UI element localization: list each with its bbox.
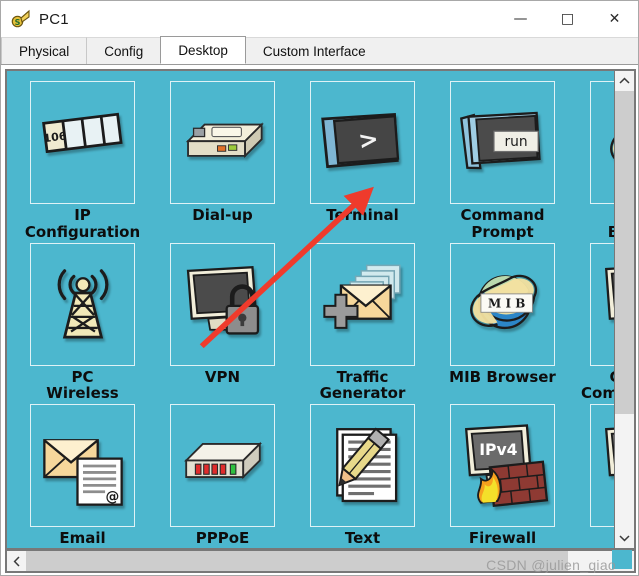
desktop-item-label: Command Prompt bbox=[460, 207, 544, 241]
desktop-item-label: Terminal bbox=[326, 207, 399, 224]
desktop-item-label-line: Firewall bbox=[468, 529, 537, 548]
maximize-button[interactable]: □ bbox=[544, 1, 591, 37]
desktop-panel: 106 IP Configuration Dial-up > Terminal run Com… bbox=[1, 65, 638, 575]
desktop-item-label-line: Command bbox=[460, 206, 545, 224]
desktop-item-label-line: Prompt bbox=[471, 222, 534, 241]
desktop-item-label: TextEditor bbox=[337, 530, 388, 548]
traffic-generator-envelopes-icon[interactable] bbox=[310, 242, 415, 366]
desktop-item-firewall[interactable]: IPv4 Firewall bbox=[443, 404, 562, 548]
command-prompt-icon[interactable]: run bbox=[450, 81, 555, 204]
desktop-item-label-line: MIB Browser bbox=[449, 367, 556, 386]
desktop-item-cisco-ip-communicator[interactable]: Cisco IPCommunicator bbox=[581, 242, 614, 403]
scroll-up-button[interactable] bbox=[615, 71, 634, 91]
desktop-item-label: Traffic Generator bbox=[319, 367, 406, 403]
desktop-item-label-line: Generator bbox=[319, 384, 406, 403]
tab-strip-filler bbox=[382, 37, 638, 64]
vertical-scrollbar[interactable] bbox=[614, 69, 636, 550]
desktop-item-label: VPN bbox=[204, 367, 241, 386]
svg-text:S: S bbox=[15, 18, 21, 27]
tab-physical[interactable]: Physical bbox=[1, 37, 88, 64]
desktop-item-label-line: Dialer bbox=[196, 547, 250, 548]
desktop-item-label-line: Editor bbox=[337, 547, 388, 548]
tab-config[interactable]: Config bbox=[86, 37, 162, 64]
window-title: PC1 bbox=[39, 10, 69, 28]
scrollbar-corner bbox=[612, 550, 632, 569]
desktop-item-label-line: Email bbox=[59, 529, 106, 548]
desktop-item-ipv6-firewall[interactable]: IPv6IPv6Firewall bbox=[583, 404, 614, 548]
close-button[interactable]: ✕ bbox=[591, 1, 638, 37]
scroll-left-button[interactable] bbox=[7, 551, 26, 571]
desktop-item-command-prompt[interactable]: run Command Prompt bbox=[443, 81, 562, 241]
desktop-item-label-line: Terminal bbox=[326, 206, 399, 224]
firewall-icon[interactable]: IPv4 bbox=[450, 404, 555, 528]
desktop-item-label: Dial-up bbox=[192, 207, 253, 224]
pc-wireless-antenna-icon[interactable] bbox=[30, 242, 135, 366]
mib-browser-icon[interactable]: M I B bbox=[450, 242, 555, 366]
desktop-item-label-line: PC bbox=[71, 367, 94, 386]
desktop-item-dial-up[interactable]: Dial-up bbox=[163, 81, 282, 241]
desktop-item-text-editor[interactable]: TextEditor bbox=[303, 404, 422, 548]
desktop-item-label-line: Text bbox=[344, 529, 381, 548]
desktop-icon-grid: 106 IP Configuration Dial-up > Terminal run Com… bbox=[23, 81, 614, 548]
desktop-item-traffic-generator[interactable]: Traffic Generator bbox=[303, 242, 422, 403]
desktop-item-label: MIB Browser bbox=[449, 367, 556, 386]
desktop-item-vpn[interactable]: VPN bbox=[163, 242, 282, 403]
ip-configuration-icon[interactable]: 106 bbox=[30, 81, 135, 204]
horizontal-scroll-thumb[interactable] bbox=[26, 551, 568, 571]
desktop-item-label-line: VPN bbox=[204, 367, 241, 386]
desktop-item-label-line: Communicator bbox=[581, 384, 614, 403]
desktop-item-label: IP Configuration bbox=[25, 207, 140, 241]
vpn-lock-icon[interactable] bbox=[170, 242, 275, 366]
desktop-item-label-line: Traffic bbox=[336, 367, 389, 386]
desktop-item-email[interactable]: @ Email bbox=[23, 404, 142, 548]
dial-up-modem-icon[interactable] bbox=[170, 81, 275, 204]
window-controls: — □ ✕ bbox=[497, 1, 638, 37]
vertical-scroll-track[interactable] bbox=[615, 91, 634, 528]
title-bar: S PC1 — □ ✕ bbox=[1, 1, 638, 37]
pppoe-dialer-icon[interactable] bbox=[170, 404, 275, 528]
desktop-canvas: 106 IP Configuration Dial-up > Terminal run Com… bbox=[7, 71, 614, 548]
cisco-ip-communicator-headset-icon[interactable] bbox=[590, 242, 614, 366]
desktop-item-label: PC Wireless bbox=[46, 367, 119, 403]
tab-bar: Physical Config Desktop Custom Interface bbox=[1, 36, 638, 65]
vertical-scroll-thumb[interactable] bbox=[615, 91, 634, 415]
desktop-item-ip-configuration[interactable]: 106 IP Configuration bbox=[23, 81, 142, 241]
horizontal-scroll-track[interactable] bbox=[26, 551, 615, 571]
tab-custom-interface[interactable]: Custom Interface bbox=[244, 37, 384, 64]
scroll-down-button[interactable] bbox=[615, 528, 634, 548]
desktop-item-terminal[interactable]: > Terminal bbox=[303, 81, 422, 241]
desktop-item-label: Firewall bbox=[469, 530, 536, 547]
text-editor-pencil-icon[interactable] bbox=[310, 404, 415, 528]
desktop-item-label: Cisco IPCommunicator bbox=[581, 368, 614, 403]
desktop-item-mib-browser[interactable]: M I B MIB Browser bbox=[443, 242, 562, 403]
minimize-button[interactable]: — bbox=[497, 1, 544, 37]
desktop-item-label-line: Wireless bbox=[46, 384, 119, 403]
desktop-scroll-pane: 106 IP Configuration Dial-up > Terminal run Com… bbox=[5, 69, 636, 550]
desktop-item-label-line: PPPoE bbox=[195, 529, 250, 548]
desktop-item-web-browser[interactable]: http:WebBrowser bbox=[583, 81, 614, 241]
svg-text:>: > bbox=[356, 124, 380, 155]
horizontal-scrollbar[interactable] bbox=[5, 550, 636, 573]
terminal-icon[interactable]: > bbox=[310, 81, 415, 204]
desktop-item-label-line: Cisco IP bbox=[581, 368, 614, 386]
email-envelope-icon[interactable]: @ bbox=[30, 404, 135, 528]
web-browser-icon[interactable]: http: bbox=[590, 81, 614, 204]
packet-tracer-icon: S bbox=[10, 8, 32, 30]
svg-text:run: run bbox=[504, 133, 527, 149]
ipv6-firewall-icon[interactable]: IPv6 bbox=[590, 404, 614, 528]
svg-text:IPv4: IPv4 bbox=[479, 440, 517, 459]
desktop-viewport: 106 IP Configuration Dial-up > Terminal run Com… bbox=[5, 69, 614, 550]
svg-text:M I B: M I B bbox=[488, 297, 525, 311]
desktop-item-label: Email bbox=[59, 530, 105, 547]
svg-text:@: @ bbox=[105, 489, 119, 505]
desktop-item-pc-wireless[interactable]: PC Wireless bbox=[23, 242, 142, 403]
desktop-item-label: PPPoEDialer bbox=[196, 530, 250, 548]
pc1-window: S PC1 — □ ✕ Physical Config Desktop Cust… bbox=[0, 0, 639, 576]
desktop-item-label-line: IP bbox=[74, 206, 91, 224]
desktop-item-label-line: Configuration bbox=[24, 222, 141, 241]
tab-desktop[interactable]: Desktop bbox=[160, 36, 246, 64]
desktop-item-pppoe-dialer[interactable]: PPPoEDialer bbox=[163, 404, 282, 548]
desktop-item-label-line: Dial-up bbox=[192, 206, 253, 224]
